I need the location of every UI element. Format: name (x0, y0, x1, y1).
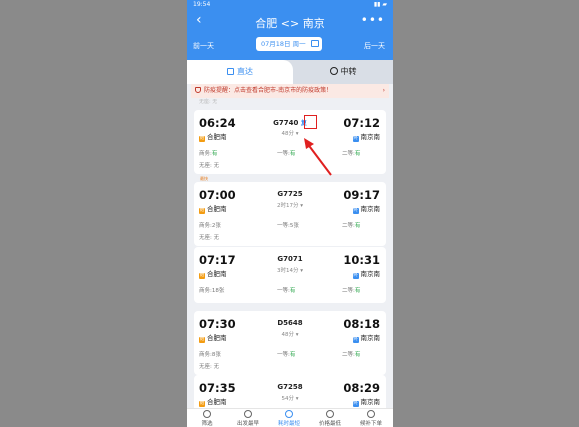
annotation-arrow (304, 138, 332, 176)
annotation-arrow-line (306, 142, 332, 176)
annotation-arrow-head (304, 138, 314, 149)
